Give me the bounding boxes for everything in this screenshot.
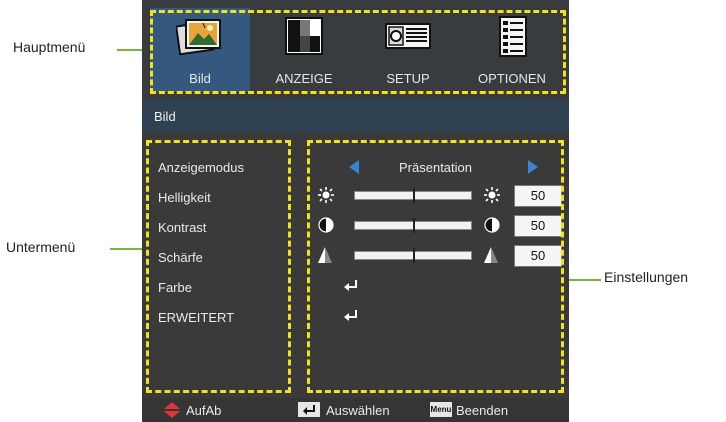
menu-key-icon: Menu <box>430 402 452 417</box>
settings-highlight <box>307 140 564 393</box>
main-menu-highlight <box>150 10 566 94</box>
osd-menu: Bild ANZEIGE SETUP OPTIONEN Bild Anzeige… <box>142 0 569 422</box>
footer-select-label: Auswählen <box>326 403 390 418</box>
section-title-bar: Bild <box>142 100 569 132</box>
section-title: Bild <box>154 109 176 124</box>
footer-exit-label: Beenden <box>456 403 509 418</box>
sub-menu-callout: Untermenü <box>6 239 76 255</box>
footer-updown-label: AufAb <box>186 403 222 418</box>
submenu-highlight <box>146 140 291 393</box>
up-down-arrow-icon <box>164 402 180 418</box>
settings-callout-line <box>565 279 601 281</box>
footer-bar: AufAb Auswählen Menu Beenden <box>142 398 569 422</box>
enter-key-icon <box>298 402 320 417</box>
main-menu-callout: Hauptmenü <box>13 39 86 55</box>
settings-callout: Einstellungen <box>604 269 689 285</box>
